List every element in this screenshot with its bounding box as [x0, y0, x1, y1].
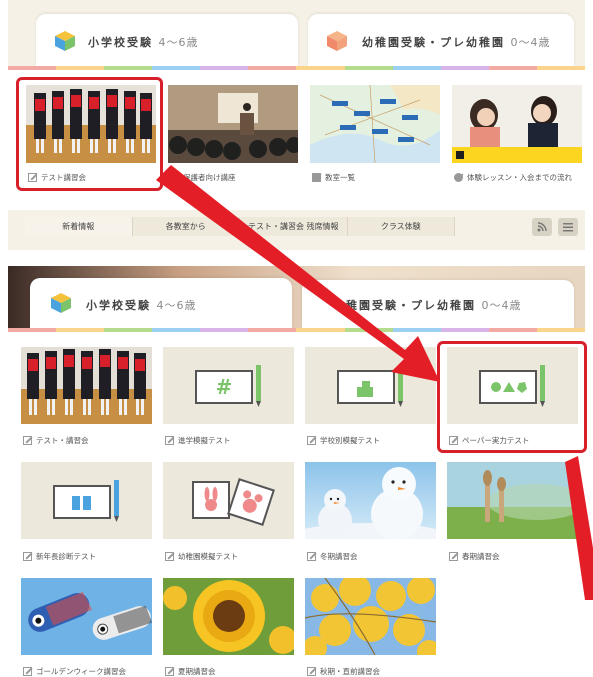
arrow-main — [156, 165, 440, 382]
arrow-partial — [565, 456, 593, 600]
annotation-arrow — [156, 165, 593, 600]
